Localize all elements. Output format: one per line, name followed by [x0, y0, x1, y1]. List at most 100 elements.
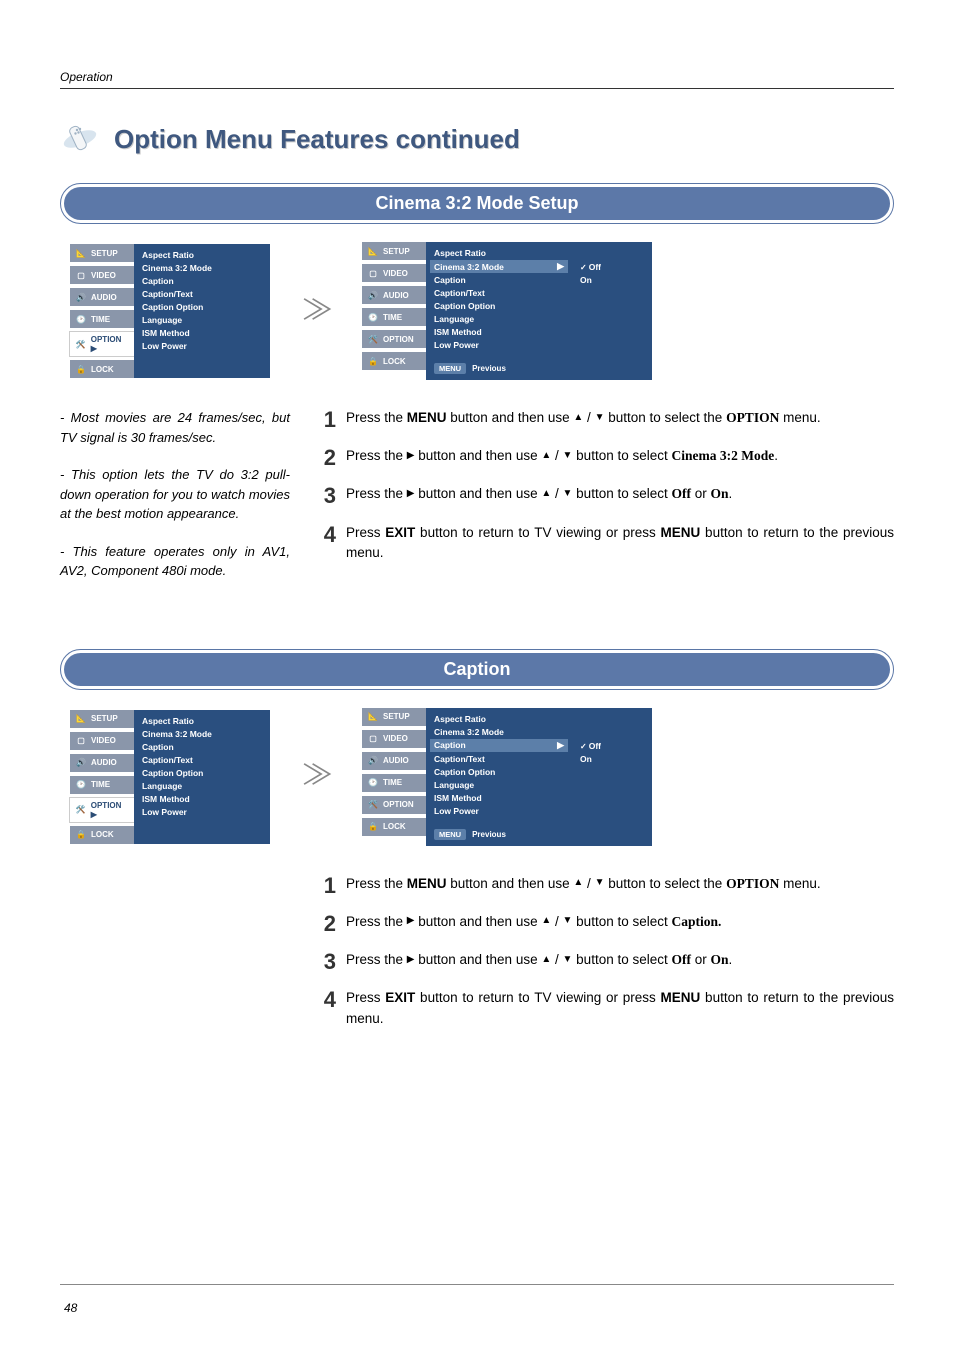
osd-item: Low Power [434, 340, 564, 350]
right-icon: ▶ [407, 913, 415, 929]
osd-tab-time: 🕑TIME [362, 774, 426, 792]
osd-item: Caption [142, 276, 262, 286]
osd-item: Language [142, 781, 262, 791]
osd-menu-caption-1: 📐SETUP ▢VIDEO 🔊AUDIO 🕑TIME 🛠️OPTION ▶ 🔒L… [70, 710, 270, 844]
page-number: 48 [64, 1301, 77, 1315]
transition-arrow-icon [296, 757, 336, 796]
down-icon: ▼ [563, 913, 573, 929]
osd-item: Caption/Text [142, 289, 262, 299]
step-3: 3 Press the ▶ button and then use ▲ / ▼ … [318, 950, 894, 974]
up-icon: ▲ [573, 410, 583, 426]
osd-item: Low Power [434, 806, 564, 816]
section-bar-label: Caption [64, 653, 890, 686]
up-icon: ▲ [541, 486, 551, 502]
osd-item: Caption/Text [434, 288, 564, 298]
osd-tab-lock: 🔒LOCK [362, 352, 426, 370]
osd-item: Cinema 3:2 Mode [142, 729, 262, 739]
osd-item: Cinema 3:2 Mode [434, 727, 564, 737]
section-bar-cinema: Cinema 3:2 Mode Setup [60, 183, 894, 224]
step-2: 2 Press the ▶ button and then use ▲ / ▼ … [318, 446, 894, 470]
cinema-steps: 1 Press the MENU button and then use ▲ /… [318, 408, 894, 578]
osd-tab-video: ▢VIDEO [362, 730, 426, 748]
osd-tab-setup: 📐SETUP [70, 244, 134, 262]
title-row: Option Menu Features continued [60, 119, 894, 159]
osd-item: Low Power [142, 807, 262, 817]
osd-item: Caption [434, 275, 564, 285]
osd-tab-lock: 🔒LOCK [70, 826, 134, 844]
right-icon: ▶ [407, 486, 415, 502]
osd-item: Caption/Text [434, 754, 564, 764]
osd-tab-time: 🕑TIME [362, 308, 426, 326]
cinema-notes: - Most movies are 24 frames/sec, but TV … [60, 408, 290, 599]
down-icon: ▼ [563, 448, 573, 464]
step-1: 1 Press the MENU button and then use ▲ /… [318, 874, 894, 898]
step-3: 3 Press the ▶ button and then use ▲ / ▼ … [318, 484, 894, 508]
osd-tab-option: 🛠️OPTION [362, 796, 426, 814]
osd-item: Language [142, 315, 262, 325]
caption-steps: 1 Press the MENU button and then use ▲ /… [318, 874, 894, 1044]
osd-item: Caption Option [434, 767, 564, 777]
cinema-content: - Most movies are 24 frames/sec, but TV … [60, 408, 894, 599]
osd-tab-video: ▢VIDEO [362, 264, 426, 282]
step-4: 4 Press EXIT button to return to TV view… [318, 988, 894, 1030]
osd-menu-cinema-1: 📐SETUP ▢VIDEO 🔊AUDIO 🕑TIME 🛠️OPTION ▶ 🔒L… [70, 244, 270, 378]
osd-item: ISM Method [142, 794, 262, 804]
osd-tab-audio: 🔊AUDIO [70, 288, 134, 306]
section-bar-caption: Caption [60, 649, 894, 690]
osd-item: Caption Option [434, 301, 564, 311]
note: - Most movies are 24 frames/sec, but TV … [60, 408, 290, 447]
osd-item: Language [434, 780, 564, 790]
osd-item: Aspect Ratio [434, 714, 564, 724]
divider [60, 1284, 894, 1285]
osd-item: Aspect Ratio [434, 248, 564, 258]
up-icon: ▲ [541, 448, 551, 464]
osd-item: Caption [142, 742, 262, 752]
down-icon: ▼ [595, 875, 605, 891]
osd-tab-audio: 🔊AUDIO [362, 286, 426, 304]
osd-tab-time: 🕑TIME [70, 776, 134, 794]
osd-tab-setup: 📐SETUP [70, 710, 134, 728]
osd-value-off: Off [580, 262, 644, 272]
osd-tab-option: 🛠️OPTION [362, 330, 426, 348]
down-icon: ▼ [563, 952, 573, 968]
osd-value-off: Off [580, 741, 644, 751]
osd-item: ISM Method [142, 328, 262, 338]
osd-item: ISM Method [434, 793, 564, 803]
cinema-screens: 📐SETUP ▢VIDEO 🔊AUDIO 🕑TIME 🛠️OPTION ▶ 🔒L… [60, 242, 894, 380]
osd-menu-caption-2: 📐SETUP ▢VIDEO 🔊AUDIO 🕑TIME 🛠️OPTION 🔒LOC… [362, 708, 652, 846]
osd-tab-option: 🛠️OPTION ▶ [70, 798, 134, 822]
osd-tab-video: ▢VIDEO [70, 732, 134, 750]
osd-item-highlight: Cinema 3:2 Mode▶ [430, 260, 568, 273]
chevron-right-icon: ▶ [557, 261, 564, 272]
remote-icon [60, 119, 100, 159]
page-title: Option Menu Features continued [114, 124, 520, 155]
osd-tab-option: 🛠️OPTION ▶ [70, 332, 134, 356]
right-icon: ▶ [407, 952, 415, 968]
osd-item: Caption Option [142, 768, 262, 778]
osd-menu-cinema-2: 📐SETUP ▢VIDEO 🔊AUDIO 🕑TIME 🛠️OPTION 🔒LOC… [362, 242, 652, 380]
osd-item-highlight: Caption▶ [430, 739, 568, 752]
osd-tab-lock: 🔒LOCK [362, 818, 426, 836]
osd-item: Language [434, 314, 564, 324]
osd-footer: MENUPrevious [434, 829, 564, 840]
right-icon: ▶ [407, 448, 415, 464]
note: - This option lets the TV do 3:2 pull-do… [60, 465, 290, 524]
osd-item: ISM Method [434, 327, 564, 337]
section-bar-label: Cinema 3:2 Mode Setup [64, 187, 890, 220]
up-icon: ▲ [541, 913, 551, 929]
osd-value-on: On [580, 275, 644, 285]
divider [60, 88, 894, 89]
osd-tab-setup: 📐SETUP [362, 708, 426, 726]
osd-tab-setup: 📐SETUP [362, 242, 426, 260]
chevron-right-icon: ▶ [557, 740, 564, 751]
osd-item: Caption Option [142, 302, 262, 312]
down-icon: ▼ [595, 410, 605, 426]
osd-tab-lock: 🔒LOCK [70, 360, 134, 378]
osd-item: Low Power [142, 341, 262, 351]
osd-item: Cinema 3:2 Mode [142, 263, 262, 273]
osd-footer: MENUPrevious [434, 363, 564, 374]
osd-item: Caption/Text [142, 755, 262, 765]
osd-tab-audio: 🔊AUDIO [362, 752, 426, 770]
caption-content: 1 Press the MENU button and then use ▲ /… [60, 874, 894, 1044]
down-icon: ▼ [563, 486, 573, 502]
